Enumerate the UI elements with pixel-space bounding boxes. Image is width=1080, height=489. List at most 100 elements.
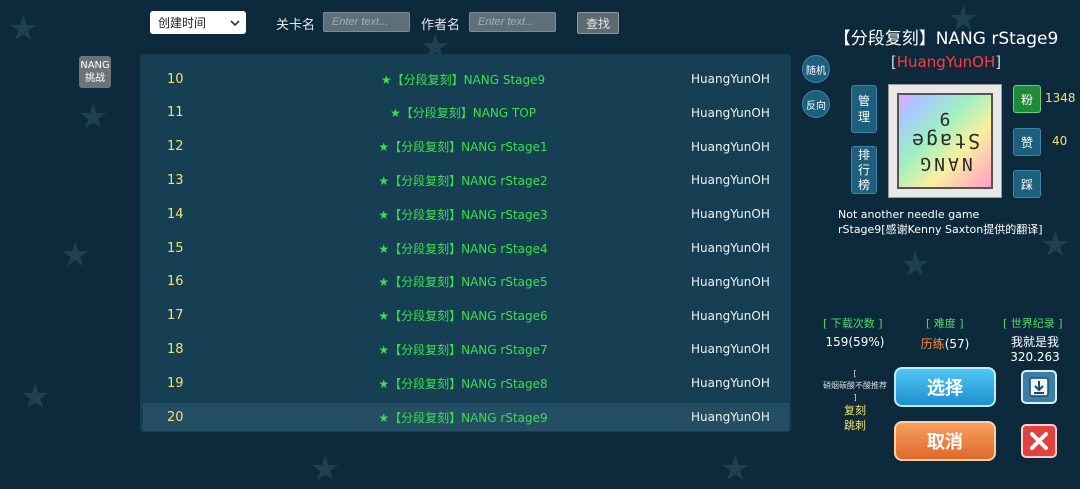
author-name-label: 作者名	[421, 18, 461, 33]
sort-dropdown-value: 创建时间	[158, 16, 207, 30]
background-star-icon: ★	[900, 245, 931, 285]
difficulty-value: 历练(57)	[910, 335, 980, 352]
background-star-icon: ★	[720, 449, 751, 489]
level-name-input[interactable]	[323, 12, 410, 32]
cancel-button[interactable]: 取消	[894, 421, 996, 461]
background-star-icon: ★	[78, 97, 109, 137]
author-name: HuangYunOH	[896, 53, 996, 71]
level-title: ★【分段复刻】NANG Stage9	[380, 72, 546, 87]
ranking-button[interactable]: 排行榜	[851, 146, 877, 194]
difficulty-header: [ 难度 ]	[926, 317, 964, 330]
tag: 跳刺	[844, 419, 866, 432]
record-time: 320.263	[1010, 350, 1060, 364]
level-number: 20	[167, 409, 184, 425]
close-icon	[1030, 432, 1048, 450]
level-description: Not another needle game rStage9[感谢Kenny …	[838, 207, 1078, 237]
level-number: 14	[167, 206, 184, 222]
level-row[interactable]: 19 ★【分段复刻】NANG rStage8 HuangYunOH	[143, 369, 789, 397]
level-number: 15	[167, 240, 184, 256]
record-holder: 我就是我	[1010, 335, 1059, 349]
level-row[interactable]: 11 ★【分段复刻】NANG TOP HuangYunOH	[143, 99, 789, 127]
background-star-icon: ★	[20, 377, 51, 417]
level-number: 11	[167, 105, 184, 121]
description-line: Not another needle game	[838, 208, 980, 221]
downloads-value: 159(59%)	[825, 335, 885, 349]
level-title: ★【分段复刻】NANG rStage1	[378, 140, 548, 155]
level-author: HuangYunOH	[691, 342, 770, 357]
nang-challenge-button[interactable]: NANG 挑战	[79, 56, 111, 88]
tag: 复刻	[844, 404, 866, 417]
world-record-value: 我就是我 320.263	[1000, 335, 1070, 365]
level-tags: 复刻 跳刺	[820, 403, 890, 433]
level-number: 16	[167, 274, 184, 290]
level-author: HuangYunOH	[691, 139, 770, 154]
level-number: 12	[167, 139, 184, 155]
level-title: ★【分段复刻】NANG rStage9	[378, 410, 548, 425]
author-bracket-close: ]	[995, 53, 1002, 71]
level-author: HuangYunOH	[691, 274, 770, 289]
level-title: ★【分段复刻】NANG rStage6	[378, 309, 548, 324]
close-button[interactable]	[1021, 424, 1057, 458]
reverse-button[interactable]: 反向	[802, 90, 830, 118]
level-row[interactable]: 10 ★【分段复刻】NANG Stage9 HuangYunOH	[143, 65, 789, 93]
level-row[interactable]: 15 ★【分段复刻】NANG rStage4 HuangYunOH	[143, 234, 789, 262]
level-thumbnail: NANG Stage 9	[888, 84, 1002, 198]
level-number: 19	[167, 375, 184, 391]
level-number: 18	[167, 341, 184, 357]
level-list[interactable]: 10 ★【分段复刻】NANG Stage9 HuangYunOH 11 ★【分段复刻】N…	[140, 54, 791, 432]
dislike-button[interactable]: 踩	[1013, 170, 1041, 198]
level-row[interactable]: 16 ★【分段复刻】NANG rStage5 HuangYunOH	[143, 268, 789, 296]
level-title: ★【分段复刻】NANG rStage3	[378, 207, 548, 222]
level-row[interactable]: 17 ★【分段复刻】NANG rStage6 HuangYunOH	[143, 302, 789, 330]
downloads-header: [ 下载次数 ]	[823, 317, 883, 330]
level-row[interactable]: 13 ★【分段复刻】NANG rStage2 HuangYunOH	[143, 166, 789, 194]
level-author: HuangYunOH	[691, 308, 770, 323]
download-icon	[1029, 377, 1049, 397]
search-button[interactable]: 查找	[577, 12, 619, 34]
level-title: ★【分段复刻】NANG rStage7	[378, 342, 548, 357]
level-detail-author[interactable]: [HuangYunOH]	[812, 53, 1080, 71]
level-author: HuangYunOH	[691, 105, 770, 120]
level-author: HuangYunOH	[691, 207, 770, 222]
download-button[interactable]	[1021, 370, 1057, 404]
level-author: HuangYunOH	[691, 376, 770, 391]
author-name-input[interactable]	[469, 12, 556, 32]
search-toolbar: 创建时间 关卡名 作者名 查找	[0, 0, 800, 46]
thumbnail-text-line: Stage	[909, 129, 981, 153]
thumbnail-text-line: 9	[939, 108, 951, 129]
like-count: 40	[1052, 134, 1068, 148]
world-record-header: [ 世界纪录 ]	[1003, 317, 1063, 330]
recommendation-bracket-open: [	[853, 369, 857, 378]
level-row[interactable]: 20 ★【分段复刻】NANG rStage9 HuangYunOH	[143, 403, 789, 431]
level-name-label: 关卡名	[276, 18, 316, 33]
level-row[interactable]: 14 ★【分段复刻】NANG rStage3 HuangYunOH	[143, 200, 789, 228]
chevron-down-icon	[230, 19, 240, 26]
level-row[interactable]: 18 ★【分段复刻】NANG rStage7 HuangYunOH	[143, 335, 789, 363]
description-line: rStage9[感谢Kenny Saxton提供的翻译]	[838, 223, 1043, 236]
fan-button[interactable]: 粉	[1013, 85, 1041, 113]
level-number: 10	[167, 71, 184, 87]
manage-label: 管理	[857, 94, 870, 124]
level-title: ★【分段复刻】NANG rStage8	[378, 376, 548, 391]
select-button[interactable]: 选择	[894, 367, 996, 407]
like-button[interactable]: 赞	[1013, 128, 1041, 156]
difficulty-name: 历练	[920, 337, 945, 351]
level-detail-title: 【分段复刻】NANG rStage9	[833, 29, 1059, 49]
level-title: ★【分段复刻】NANG rStage4	[378, 241, 548, 256]
difficulty-number: (57)	[944, 337, 970, 351]
level-author: HuangYunOH	[691, 410, 770, 424]
level-title: ★【分段复刻】NANG rStage5	[378, 275, 548, 290]
fan-count: 1348	[1045, 91, 1076, 105]
level-title: ★【分段复刻】NANG rStage2	[378, 173, 548, 188]
level-title: ★【分段复刻】NANG TOP	[389, 106, 537, 121]
recommendation-text: 硝烟碳酸不酸推荐	[823, 381, 887, 390]
manage-button[interactable]: 管理	[851, 85, 877, 133]
level-author: HuangYunOH	[691, 173, 770, 188]
background-star-icon: ★	[60, 235, 91, 275]
sort-dropdown[interactable]: 创建时间	[150, 11, 246, 34]
nang-challenge-line1: NANG	[80, 60, 110, 71]
level-row[interactable]: 12 ★【分段复刻】NANG rStage1 HuangYunOH	[143, 133, 789, 161]
recommendation-note: [ 硝烟碳酸不酸推荐 ]	[820, 368, 890, 404]
ranking-label: 排行榜	[857, 147, 870, 192]
background-star-icon: ★	[310, 449, 341, 489]
